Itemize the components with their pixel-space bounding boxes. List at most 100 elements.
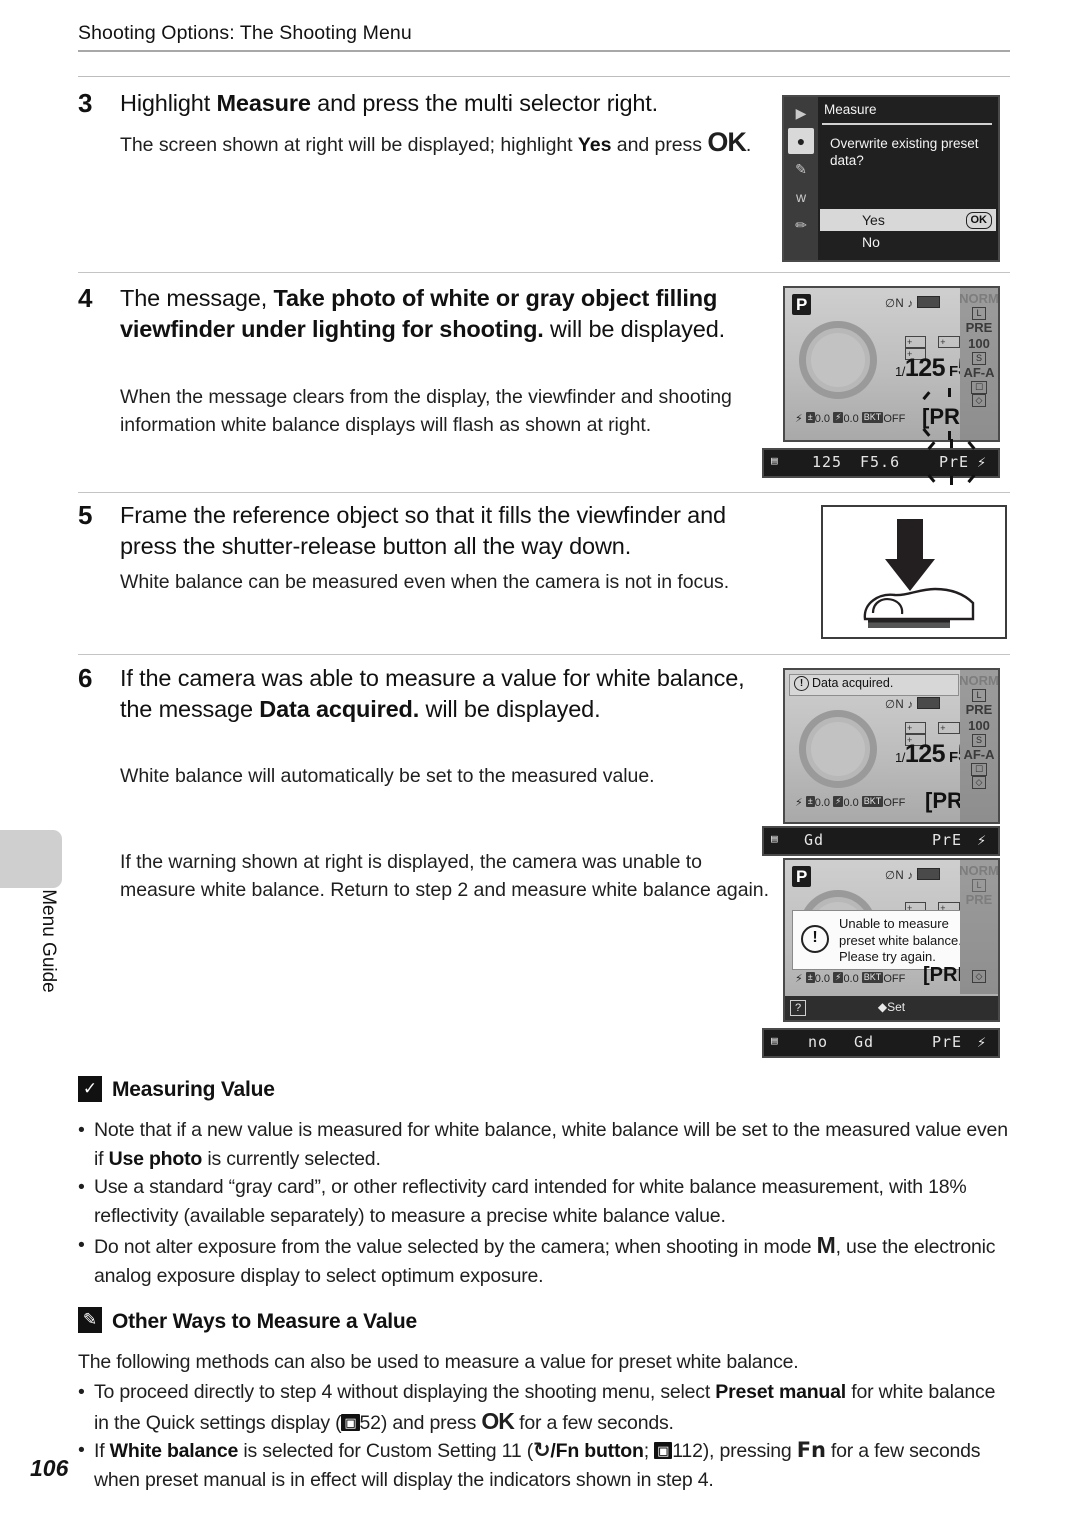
bracketing-icon: BKT (861, 412, 884, 423)
preset-manual-bold: Preset manual (715, 1381, 847, 1403)
warning-line-1: Unable to measure (839, 916, 949, 931)
cp-wb-pre: PrE (932, 831, 963, 849)
warning-top-row: ∅N ♪ (885, 867, 940, 882)
note-2-intro: The following methods can also be used t… (78, 1351, 799, 1373)
command-dial-graphic (799, 321, 877, 399)
step-6-heading: If the camera was able to measure a valu… (120, 663, 760, 725)
bracketing-icon: BKT (861, 972, 884, 983)
menu-option-no[interactable]: No (862, 234, 880, 250)
image-comment-icon: ∅ (885, 298, 896, 310)
step-6-heading-c: will be displayed. (419, 696, 601, 722)
bracket-value: OFF (883, 973, 906, 985)
cp-wb-pre: PrE (932, 1033, 963, 1051)
step-5-rule (78, 492, 1010, 493)
b1c: is currently selected. (202, 1147, 381, 1170)
exposure-mode-badge: P (792, 294, 812, 315)
iso-indicator: 100 (968, 336, 990, 351)
focus-point-icon: + (938, 336, 960, 348)
cp-flash-icon: ⚡ (977, 453, 988, 471)
note-1-bullet-1: • Note that if a new value is measured f… (78, 1116, 1013, 1173)
menu-option-yes[interactable]: Yes OK (820, 209, 996, 231)
exposure-comp-value: 0.0 (814, 973, 831, 985)
battery-icon (917, 296, 940, 308)
metering-icon: ◇ (971, 394, 987, 407)
menu-tab-column: ▶ ● ✎ w ✏ (784, 97, 818, 260)
warning-line-2: preset white balance. (839, 932, 962, 948)
exposure-comp-value: 0.0 (814, 413, 831, 425)
quality-indicator: NORM (959, 673, 999, 688)
step-3-heading-c: and press the multi selector right. (310, 90, 659, 116)
help-bar: ? ◆Set (785, 996, 998, 1020)
bottom-indicator-row-6: ⚡ ±0.0 ⚡ 0.0 BKT OFF (795, 796, 905, 809)
release-mode-indicator: S (971, 734, 986, 747)
beep-icon: ♪ (907, 298, 914, 310)
mode-m-glyph: M (816, 1232, 836, 1258)
image-size-indicator: L (972, 879, 986, 892)
menu-message: Overwrite existing preset data? (830, 136, 979, 168)
white-balance-indicator: PRE (965, 702, 993, 717)
top-indicator-letter: N (895, 699, 904, 711)
header-subrule (78, 76, 1010, 77)
help-icon[interactable]: ? (790, 1000, 807, 1016)
cp-flash-icon: ⚡ (977, 831, 988, 849)
control-panel-warning: ▤ no Gd PrE ⚡ (762, 1028, 1000, 1058)
page-ref-icon: ▣ (341, 1413, 360, 1431)
shutter-speed: 125 (904, 354, 946, 382)
image-size-indicator: L (972, 307, 986, 320)
flash-icon: ⚡ (795, 973, 803, 985)
step-6-rule (78, 654, 1010, 655)
bracketing-icon: BKT (861, 796, 884, 807)
control-panel-step4: ▤ 125 F5.6 PrE ⚡ (762, 439, 1000, 485)
step-3-body: The screen shown at right will be displa… (120, 128, 775, 159)
metering-icon: ◇ (971, 970, 987, 983)
flash-icon: ⚡ (795, 413, 803, 425)
alert-icon: ! (801, 925, 829, 953)
image-size-indicator: L (972, 689, 986, 702)
header-rule (78, 50, 1010, 52)
note-1-title: Measuring Value (112, 1078, 275, 1101)
info-display-step4: P ∅N ♪ +++ 1/125 F5.6 ⚡ ±0.0 ⚡0.0 BKTOFF… (783, 286, 1000, 442)
bullet-dot: • (78, 1439, 85, 1461)
step-4-heading-a: The message, (120, 285, 274, 311)
exposure-comp-icon: ± (805, 412, 815, 423)
page-ref-112: 112 (672, 1440, 703, 1462)
step-3-body-e: . (745, 134, 752, 156)
note-2-bullet-2: • If White balance is selected for Custo… (78, 1436, 1013, 1494)
info-sidebar-step6: NORM L PRE 100 S AF-A ☐ ◇ (959, 670, 999, 822)
flash-comp-icon: ⚡ (833, 972, 844, 983)
battery-icon (917, 697, 940, 709)
flash-comp-value: 0.0 (843, 797, 859, 809)
af-mode-indicator: AF-A (963, 365, 995, 380)
white-balance-indicator: PRE (965, 892, 993, 907)
data-acquired-text: Data acquired. (812, 676, 894, 690)
info-sidebar-warn: NORM L PRE ◇ (959, 860, 999, 994)
area-mode-icon: ☐ (970, 381, 988, 394)
top-indicator-row: ∅N ♪ (885, 295, 940, 310)
step-4-heading: The message, Take photo of white or gray… (120, 283, 760, 345)
fn-glyph: Fn (796, 1438, 826, 1462)
flash-comp-value: 0.0 (843, 413, 859, 425)
cp-aperture: F5.6 (860, 453, 901, 471)
top-indicator-row-6: ∅N ♪ (885, 696, 940, 711)
chapter-label: Menu Guide (38, 889, 59, 993)
bottom-indicator-row-warn: ⚡ ±0.0 ⚡ 0.0 BKT OFF (795, 972, 905, 985)
shutter-speed: 125 (904, 740, 946, 768)
n2b2e: ; (643, 1440, 655, 1462)
cp-no: no (808, 1033, 829, 1051)
step-4-rule (78, 272, 1010, 273)
release-mode-indicator: S (971, 352, 986, 365)
step-5-number: 5 (78, 500, 93, 530)
hand-pressing-shutter-svg (863, 519, 975, 628)
self-timer-icon: ↻ (533, 1438, 551, 1462)
beep-icon: ♪ (907, 870, 914, 882)
ok-badge: OK (965, 212, 992, 229)
n2b2c: is selected for Custom Setting 11 ( (238, 1440, 533, 1462)
running-head: Shooting Options: The Shooting Menu (78, 22, 412, 44)
metering-icon: ◇ (971, 776, 987, 789)
bullet-dot: • (78, 1381, 85, 1403)
note-1-bullet-2: • Use a standard “gray card”, or other r… (78, 1173, 1013, 1230)
step-3-heading-a: Highlight (120, 90, 217, 116)
cp-wb-status: Gd (854, 1033, 875, 1051)
beep-icon: ♪ (907, 699, 914, 711)
set-label: Set (887, 1000, 906, 1014)
